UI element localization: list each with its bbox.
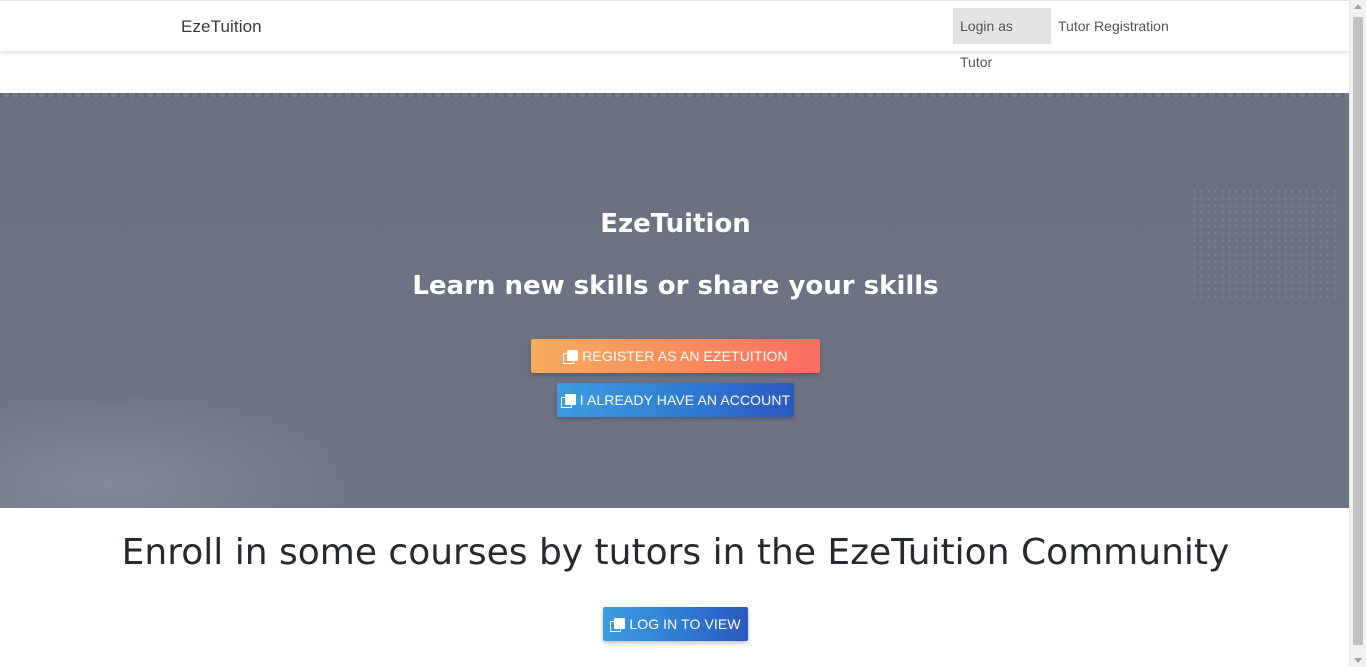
- nav-tutor-registration[interactable]: Tutor Registration: [1051, 8, 1176, 44]
- vertical-scrollbar[interactable]: [1349, 0, 1366, 667]
- scrollbar-thumb[interactable]: [1353, 17, 1363, 645]
- clone-icon: [560, 394, 576, 408]
- register-student-button[interactable]: REGISTER AS AN EZETUITION STUDENT: [531, 339, 820, 398]
- hero-background-snow: [0, 388, 360, 508]
- existing-account-button-label: I ALREADY HAVE AN ACCOUNT: [579, 392, 791, 408]
- hero-title: EzeTuition: [600, 209, 751, 239]
- top-navbar: EzeTuition Login as Tutor Tutor Registra…: [0, 0, 1349, 70]
- nav-login-as-tutor[interactable]: Login as Tutor: [953, 8, 1051, 70]
- existing-account-button[interactable]: I ALREADY HAVE AN ACCOUNT: [557, 383, 794, 417]
- scroll-down-arrow-icon[interactable]: [1354, 658, 1362, 663]
- brand-logo-link[interactable]: EzeTuition: [181, 17, 262, 37]
- hero-subtitle: Learn new skills or share your skills: [412, 271, 939, 301]
- page: EzeTuition Login as Tutor Tutor Registra…: [0, 0, 1366, 667]
- scroll-up-arrow-icon[interactable]: [1354, 4, 1362, 9]
- clone-icon: [610, 618, 626, 632]
- log-in-to-view-button[interactable]: LOG IN TO VIEW: [603, 607, 748, 641]
- hero-banner: EzeTuition Learn new skills or share you…: [0, 93, 1351, 508]
- courses-section-title: Enroll in some courses by tutors in the …: [121, 532, 1230, 573]
- log-in-to-view-button-label: LOG IN TO VIEW: [629, 616, 741, 632]
- clone-icon: [563, 350, 579, 364]
- hero-background-ridge: [0, 93, 1351, 97]
